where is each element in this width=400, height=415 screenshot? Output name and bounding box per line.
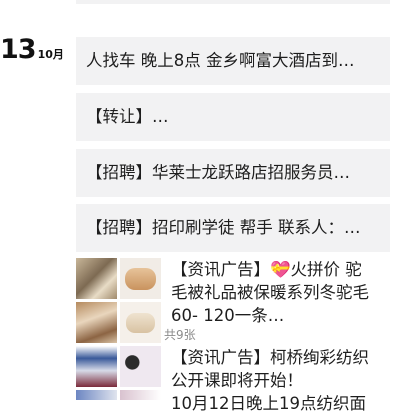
people-photo-thumbnail[interactable] [76, 390, 117, 400]
post-date: 13 10月 [0, 34, 64, 65]
bedding-photo-thumbnail[interactable] [76, 258, 117, 299]
bedding-photo-thumbnail[interactable] [76, 302, 117, 343]
ad-post-line: 【资讯广告】💝火拼价 驼 [171, 260, 362, 279]
image-grid[interactable] [76, 346, 163, 400]
date-month: 10月 [37, 48, 64, 61]
camel-wool-quilt-thumbnail[interactable] [120, 258, 161, 299]
ad-post-line: 【资讯广告】柯桥绚彩纺织 [171, 348, 369, 367]
people-photo-thumbnail[interactable] [120, 390, 161, 400]
image-count: 共9张 [164, 328, 196, 342]
ad-post-line: 60- 120一条… [171, 306, 285, 325]
image-grid[interactable] [76, 258, 163, 343]
ad-post-line: 公开课即将开始！ [171, 371, 303, 390]
ad-post-text[interactable]: 【资讯广告】柯桥绚彩纺织 公开课即将开始！ 10月12日晚上19点纺织面 [171, 346, 393, 415]
moment-text: 【招聘】招印刷学徒 帮手 联系人：… [86, 218, 361, 237]
moment-text: 【转让】… [86, 107, 169, 126]
moment-item[interactable]: 人找车 晚上8点 金乡啊富大酒店到… [76, 37, 390, 85]
moment-item[interactable]: 【招聘】招印刷学徒 帮手 联系人：… [76, 204, 390, 252]
moment-item[interactable]: 【招聘】华莱士龙跃路店招服务员… [76, 149, 390, 197]
event-banner-thumbnail[interactable] [76, 346, 117, 387]
date-day: 13 [0, 34, 37, 65]
people-photo-thumbnail[interactable] [120, 346, 161, 387]
wool-quilt-thumbnail[interactable] [120, 302, 161, 343]
moment-text: 【招聘】华莱士龙跃路店招服务员… [86, 163, 350, 182]
moment-item-partial[interactable] [76, 0, 390, 4]
moment-item[interactable]: 【转让】… [76, 93, 390, 141]
ad-post-line: 10月12日晚上19点纺织面 [171, 394, 366, 413]
moment-text: 人找车 晚上8点 金乡啊富大酒店到… [86, 51, 355, 70]
ad-post-text[interactable]: 【资讯广告】💝火拼价 驼 毛被礼品被保暖系列冬驼毛 60- 120一条… [171, 258, 393, 327]
ad-post-line: 毛被礼品被保暖系列冬驼毛 [171, 283, 369, 302]
